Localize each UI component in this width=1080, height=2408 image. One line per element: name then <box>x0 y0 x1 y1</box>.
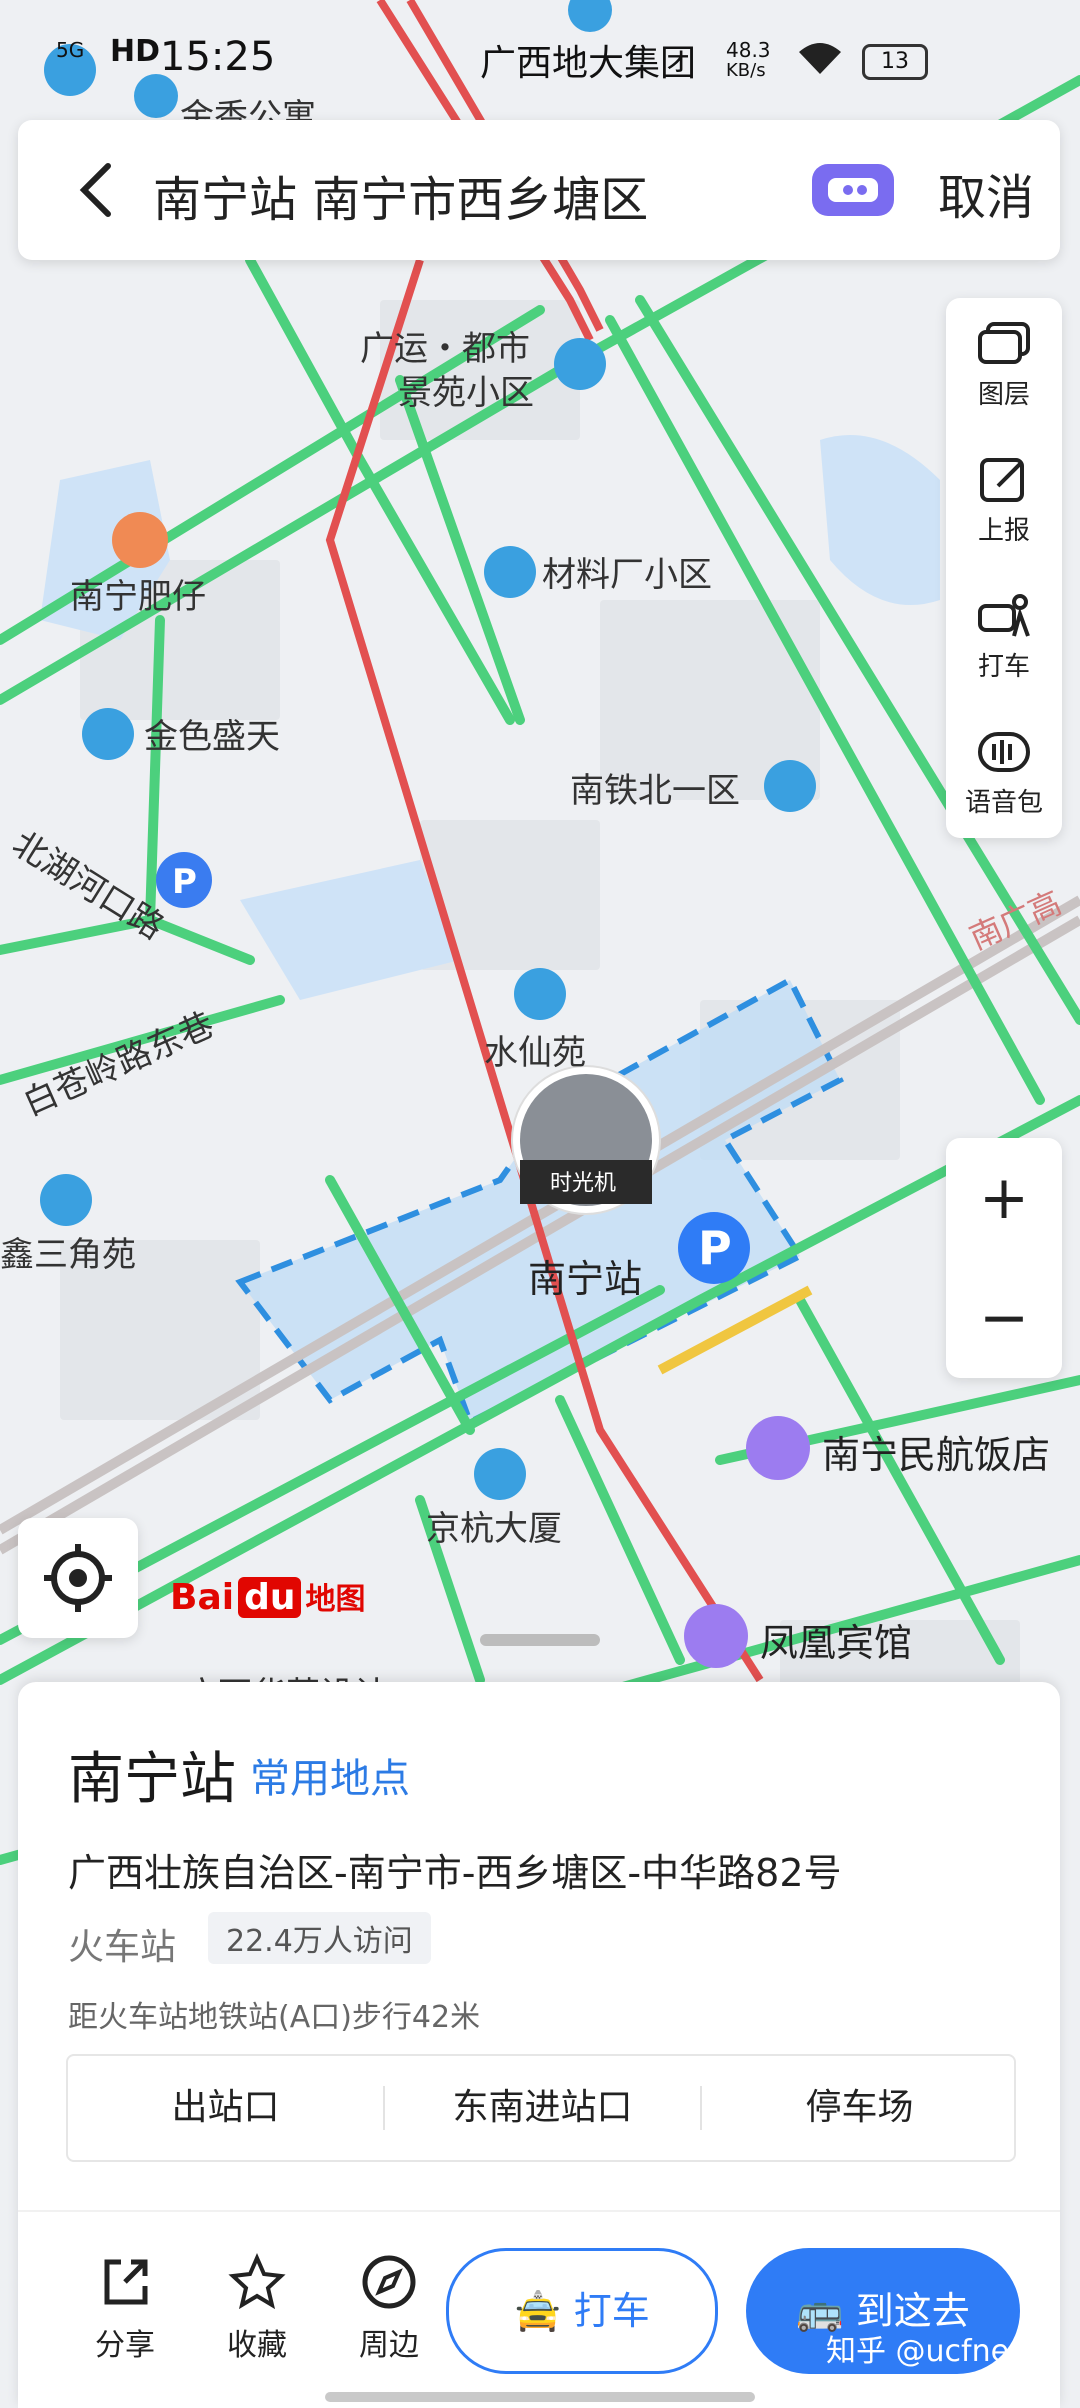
locate-button[interactable] <box>18 1518 138 1638</box>
zoom-in-button[interactable]: + <box>946 1138 1062 1258</box>
voice-pack-button[interactable]: 语音包 <box>946 706 1062 836</box>
net-speed-unit: KB/s <box>726 60 766 81</box>
place-detail-card: 南宁站 常用地点 广西壮族自治区-南宁市-西乡塘区-中华路82号 火车站 22.… <box>18 1682 1060 2408</box>
carrier-label: 广西地大集团 <box>480 43 697 84</box>
svg-text:P: P <box>172 862 197 902</box>
share-button[interactable]: 分享 <box>70 2252 180 2364</box>
nearby-button[interactable]: 周边 <box>334 2252 444 2364</box>
tab-parking[interactable]: 停车场 <box>702 2056 1017 2160</box>
search-bar: 南宁站 南宁市西乡塘区 取消 <box>18 120 1060 260</box>
zoom-out-button[interactable]: − <box>946 1258 1062 1378</box>
hd-indicator: HD <box>110 34 161 69</box>
layers-button[interactable]: 图层 <box>946 298 1062 428</box>
tab-exit[interactable]: 出站口 <box>68 2056 383 2160</box>
layers-label: 图层 <box>977 380 1030 410</box>
clock: 15:25 <box>160 34 276 80</box>
voice-pack-icon <box>978 732 1030 772</box>
label-nanning-feizai: 南宁肥仔 <box>70 577 206 617</box>
logo-map-text: 地图 <box>305 1582 366 1617</box>
compass-icon <box>362 2255 416 2309</box>
nearby-label: 周边 <box>359 2328 419 2363</box>
taxi-tool-label: 打车 <box>977 652 1030 682</box>
car-icon: 🚖 <box>514 2289 574 2333</box>
label-shuixian: 水仙苑 <box>484 1033 586 1073</box>
label-jinghang: 京杭大厦 <box>426 1509 562 1549</box>
layers-icon <box>978 322 1030 364</box>
label-jinse: 金色盛天 <box>144 717 280 757</box>
report-button[interactable]: 上报 <box>946 434 1062 564</box>
report-icon <box>980 458 1024 502</box>
label-nantie: 南铁北一区 <box>570 771 740 811</box>
status-bar: 5G HD 15:25 广西地大集团 48.3 KB/s 13 <box>0 0 1080 110</box>
taxi-button-label: 打车 <box>573 2289 650 2333</box>
favorite-label: 收藏 <box>227 2328 287 2363</box>
frequent-place-tag[interactable]: 常用地点 <box>250 1746 410 1804</box>
voice-pack-label: 语音包 <box>964 788 1043 818</box>
label-xinsanjiao: 鑫三角苑 <box>0 1235 136 1275</box>
taxi-button[interactable]: 🚖 打车 <box>446 2248 718 2374</box>
net-speed-value: 48.3 <box>726 38 771 62</box>
back-arrow-icon[interactable] <box>68 158 128 222</box>
watermark: 知乎 @ucfneeq <box>826 2334 1047 2369</box>
share-label: 分享 <box>95 2328 155 2363</box>
network-indicator: 5G <box>56 38 85 62</box>
place-address: 广西壮族自治区-南宁市-西乡塘区-中华路82号 <box>68 1851 842 1895</box>
logo-paw: du <box>238 1577 302 1618</box>
label-guangyun-2: 景苑小区 <box>398 373 534 413</box>
metro-distance: 距火车站地铁站(A口)步行42米 <box>68 2000 481 2035</box>
card-divider <box>18 2210 1060 2212</box>
label-time-machine[interactable]: 时光机 <box>550 1171 616 1196</box>
label-station[interactable]: 南宁站 <box>528 1257 642 1301</box>
label-minhang: 南宁民航饭店 <box>822 1433 1050 1477</box>
taxi-tool-button[interactable]: 打车 <box>946 570 1062 700</box>
tab-southeast-entrance[interactable]: 东南进站口 <box>385 2056 700 2160</box>
ai-assistant-icon[interactable] <box>808 160 898 220</box>
baidu-map-logo: Bai du 地图 <box>170 1574 365 1618</box>
label-cailiao: 材料厂小区 <box>542 555 712 595</box>
logo-bai: Bai <box>170 1577 235 1618</box>
wifi-icon <box>799 43 841 74</box>
crosshair-icon <box>44 1544 112 1612</box>
sheet-drag-handle[interactable] <box>480 1634 600 1646</box>
visit-count-badge: 22.4万人访问 <box>208 1912 431 1964</box>
place-title: 南宁站 <box>68 1747 236 1812</box>
taxi-icon <box>978 594 1030 637</box>
place-category: 火车站 <box>68 1927 177 1968</box>
label-guangyun-1: 广运・都市 <box>360 329 530 369</box>
label-fenghuang: 凤凰宾馆 <box>760 1621 912 1665</box>
svg-text:P: P <box>698 1221 732 1275</box>
battery-indicator: 13 <box>862 44 928 80</box>
home-indicator[interactable] <box>325 2392 755 2402</box>
share-icon <box>104 2259 148 2305</box>
search-query[interactable]: 南宁站 南宁市西乡塘区 <box>153 160 648 230</box>
report-label: 上报 <box>977 516 1030 546</box>
zoom-controls: + − <box>946 1138 1062 1378</box>
favorite-button[interactable]: 收藏 <box>202 2252 312 2364</box>
entrance-tabs: 出站口 东南进站口 停车场 <box>66 2054 1016 2162</box>
map-tools-panel: 图层 上报 打车 语音包 <box>946 298 1062 838</box>
star-icon <box>228 2253 286 2310</box>
cancel-button[interactable]: 取消 <box>938 158 1034 228</box>
